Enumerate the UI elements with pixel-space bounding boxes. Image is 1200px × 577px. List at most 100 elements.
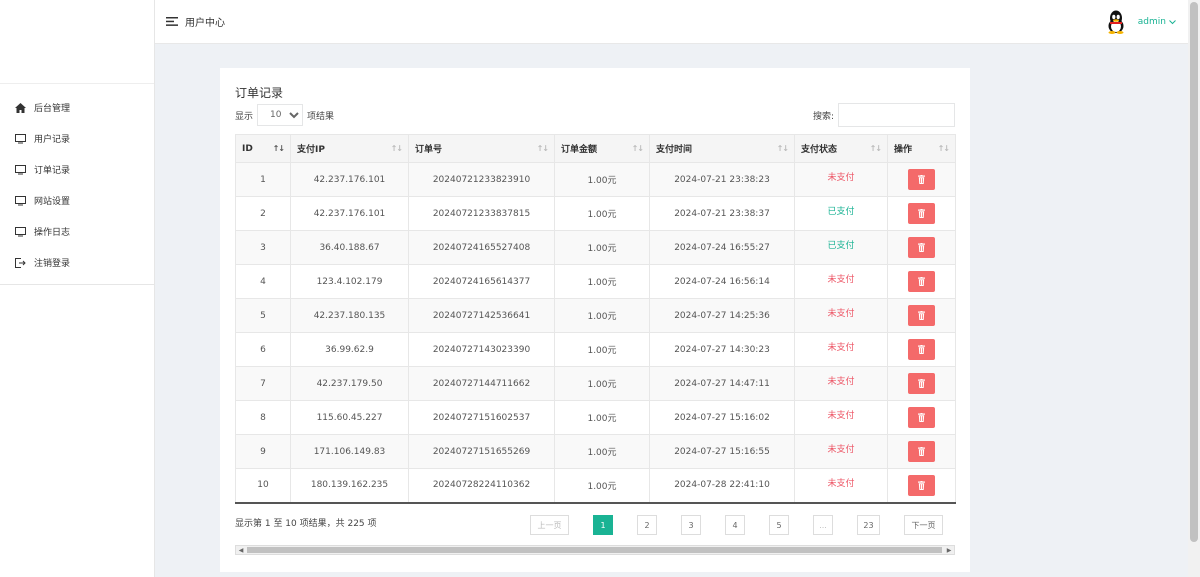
search-input[interactable] [838,103,955,127]
action-cell [887,230,956,265]
search-label: 搜索: [812,111,834,122]
delete-button[interactable] [908,441,935,462]
status-badge: 未支付 [827,309,855,319]
table-horizontal-scrollbar[interactable]: ◀ ▶ [235,545,955,555]
column-header-status[interactable]: 支付状态 ↑↓ [794,134,888,163]
id-cell: 5 [235,298,291,333]
trash-icon [918,376,925,391]
sidebar-menu: 后台管理 用户记录 订单记录 网站设置 操作日志 注销登录 [0,84,154,278]
orders-card: 订单记录 显示 10 项结果 搜索: ID ↑↓ 支付IP ↑↓ 订单号 ↑↓ 订单金… [220,68,970,572]
amount-cell: 1.00元 [554,196,650,231]
column-header-order-no[interactable]: 订单号 ↑↓ [408,134,555,163]
id-cell: 6 [235,332,291,367]
scroll-left-icon[interactable]: ◀ [236,546,246,554]
status-badge: 未支付 [827,445,855,455]
sidebar-item-logout[interactable]: 注销登录 [0,247,154,278]
sidebar-item-order-records[interactable]: 订单记录 [0,154,154,185]
status-badge: 未支付 [827,275,855,285]
status-badge: 未支付 [827,377,855,387]
ip-cell: 36.40.188.67 [290,230,409,265]
sort-icon: ↑↓ [869,144,882,153]
column-header-time[interactable]: 支付时间 ↑↓ [649,134,795,163]
prev-page-button[interactable]: 上一页 [530,515,569,535]
status-cell: 未支付 [794,400,888,435]
trash-icon [918,410,925,425]
id-cell: 10 [235,468,291,504]
ip-cell: 42.237.180.135 [290,298,409,333]
scrollbar-thumb[interactable] [1190,2,1198,542]
sidebar-item-label: 用户记录 [34,135,71,145]
ip-cell: 42.237.176.101 [290,162,409,197]
logout-icon [14,257,26,269]
trash-icon [918,172,925,187]
delete-button[interactable] [908,203,935,224]
action-cell [887,332,956,367]
column-header-amount[interactable]: 订单金额 ↑↓ [554,134,650,163]
delete-button[interactable] [908,237,935,258]
amount-cell: 1.00元 [554,366,650,401]
ip-cell: 180.139.162.235 [290,468,409,504]
sidebar-item-label: 网站设置 [34,197,71,207]
page-ellipsis: ... [813,515,833,535]
delete-button[interactable] [908,339,935,360]
order-no-cell: 20240727151602537 [408,400,555,435]
delete-button[interactable] [908,373,935,394]
page-button[interactable]: 5 [769,515,789,535]
scrollbar-thumb[interactable] [247,547,942,553]
order-no-cell: 20240728224110362 [408,468,555,504]
sidebar-item-site-settings[interactable]: 网站设置 [0,185,154,216]
delete-button[interactable] [908,169,935,190]
ip-cell: 171.106.149.83 [290,434,409,469]
page-length-select[interactable]: 10 [257,104,304,126]
top-header: 用户中心 admin [155,0,1188,44]
table-row: 7 42.237.179.50 20240727144711662 1.00元 2024… [235,366,956,401]
table-row: 8 115.60.45.227 20240727151602537 1.00元 2024… [235,400,956,435]
status-cell: 未支付 [794,468,888,504]
sidebar-item-dashboard[interactable]: 后台管理 [0,92,154,123]
table-row: 3 36.40.188.67 20240724165527408 1.00元 2024-… [235,230,956,265]
order-no-cell: 20240727151655269 [408,434,555,469]
page-button[interactable]: 4 [725,515,745,535]
delete-button[interactable] [908,474,935,496]
status-cell: 已支付 [794,196,888,231]
page-button[interactable]: 1 [593,515,613,535]
scroll-right-icon[interactable]: ▶ [944,546,954,554]
sort-icon: ↑↓ [937,144,950,153]
column-header-action[interactable]: 操作 ↑↓ [887,134,956,163]
order-no-cell: 20240724165527408 [408,230,555,265]
delete-button[interactable] [908,407,935,428]
page-button[interactable]: 23 [857,515,880,535]
sidebar-item-user-records[interactable]: 用户记录 [0,123,154,154]
action-cell [887,298,956,333]
page-button[interactable]: 2 [637,515,657,535]
status-badge: 已支付 [827,207,855,217]
column-header-ip[interactable]: 支付IP ↑↓ [290,134,409,163]
table-header-row: ID ↑↓ 支付IP ↑↓ 订单号 ↑↓ 订单金额 ↑↓ 支付时间 ↑↓ 支付状态 ↑↓ 操… [235,134,956,163]
column-header-id[interactable]: ID ↑↓ [235,134,291,163]
search-control: 搜索: [813,103,955,127]
sidebar-logo-area [0,0,154,84]
table-row: 4 123.4.102.179 20240724165614377 1.00元 2024… [235,264,956,299]
page-button[interactable]: 3 [681,515,701,535]
table-row: 9 171.106.149.83 20240727151655269 1.00元 202… [235,434,956,469]
status-cell: 未支付 [794,298,888,333]
status-badge: 未支付 [827,173,855,183]
user-menu[interactable]: admin [1106,10,1176,34]
id-cell: 2 [235,196,291,231]
status-cell: 已支付 [794,230,888,265]
page-scrollbar[interactable] [1188,0,1200,577]
sidebar-divider [0,284,154,285]
time-cell: 2024-07-24 16:56:14 [649,264,795,299]
order-no-cell: 20240727142536641 [408,298,555,333]
delete-button[interactable] [908,305,935,326]
delete-button[interactable] [908,271,935,292]
menu-toggle-button[interactable] [166,17,178,26]
trash-icon [918,478,925,493]
next-page-button[interactable]: 下一页 [904,515,943,535]
order-no-cell: 20240724165614377 [408,264,555,299]
trash-icon [918,342,925,357]
trash-icon [918,274,925,289]
status-badge: 已支付 [827,241,855,251]
sidebar-item-operation-log[interactable]: 操作日志 [0,216,154,247]
sidebar-item-label: 订单记录 [34,166,71,176]
